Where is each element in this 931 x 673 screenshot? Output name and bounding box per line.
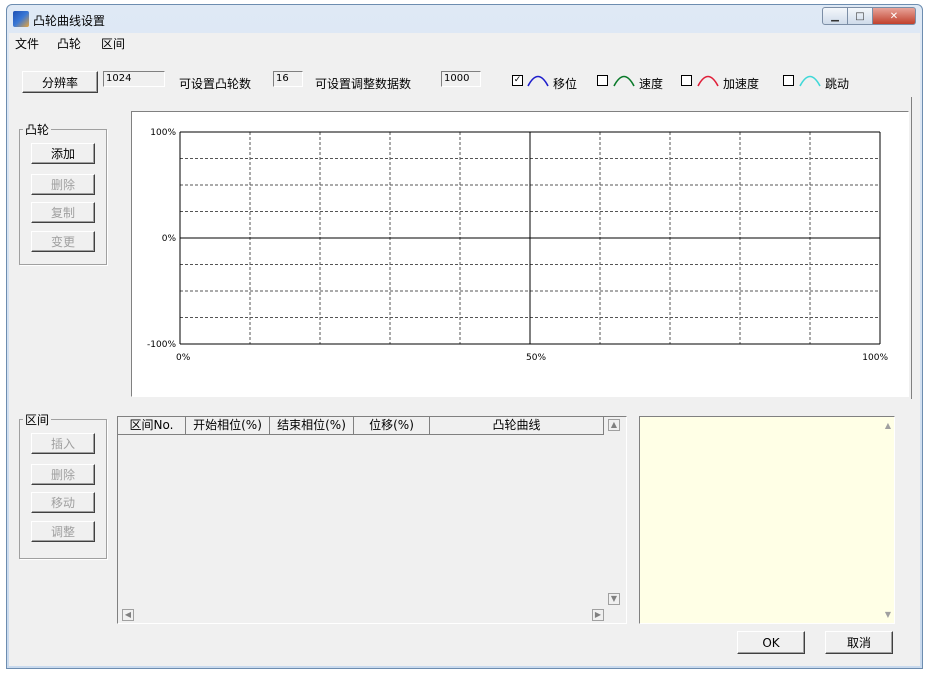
y-tick-label: 0% (162, 234, 177, 244)
maximize-icon: □ (855, 10, 865, 22)
caption-buttons: ▁ □ ✕ (822, 7, 916, 27)
modify-cam-button[interactable]: 变更 (31, 231, 95, 252)
cam-group-title: 凸轮 (23, 121, 52, 138)
cancel-button[interactable]: 取消 (825, 631, 893, 654)
menu-file[interactable]: 文件 (15, 35, 39, 52)
velocity-label: 速度 (639, 77, 664, 91)
scroll-left-arrow[interactable]: ◀ (122, 609, 134, 621)
acceleration-label: 加速度 (723, 77, 760, 91)
cam-chart-frame: 100% 0% -100% 0% 50% 100% (131, 111, 909, 397)
cam-curve-chart[interactable]: 100%0%-100%0% 50% 100% (132, 112, 908, 396)
y-tick-label: 100% (150, 128, 176, 138)
client-area: 文件 凸轮 区间 分辨率 1024 可设置凸轮数 16 可设置调整数据数 100… (9, 33, 920, 666)
x-tick-label: 0% (176, 353, 191, 363)
delete-section-button[interactable]: 删除 (31, 464, 95, 485)
chart-panel-edge (911, 97, 912, 399)
column-header-end-phase[interactable]: 结束相位(%) (270, 417, 354, 435)
panel-scroll-up-icon[interactable]: ▲ (885, 421, 891, 430)
acceleration-curve-icon (697, 75, 719, 87)
displacement-checkbox[interactable]: ✓ (512, 75, 523, 86)
menu-bar: 文件 凸轮 区间 (9, 33, 920, 51)
jerk-label: 跳动 (825, 77, 850, 91)
panel-scroll-down-icon[interactable]: ▼ (885, 610, 891, 619)
velocity-curve-icon (613, 75, 635, 87)
delete-cam-button[interactable]: 删除 (31, 174, 95, 195)
menu-cam[interactable]: 凸轮 (57, 35, 81, 52)
copy-cam-button[interactable]: 复制 (31, 202, 95, 223)
move-section-button[interactable]: 移动 (31, 492, 95, 513)
resolution-field[interactable]: 1024 (103, 71, 165, 87)
ok-button[interactable]: OK (737, 631, 805, 654)
adjust-data-field[interactable]: 1000 (441, 71, 481, 87)
minimize-icon: ▁ (831, 10, 839, 22)
app-icon (13, 11, 29, 27)
menu-section[interactable]: 区间 (101, 35, 125, 52)
close-icon: ✕ (889, 10, 899, 22)
adjust-section-button[interactable]: 调整 (31, 521, 95, 542)
insert-section-button[interactable]: 插入 (31, 433, 95, 454)
settable-cams-field[interactable]: 16 (273, 71, 303, 87)
x-tick-label: 100% (862, 353, 888, 363)
maximize-button[interactable]: □ (847, 7, 873, 25)
column-header-start-phase[interactable]: 开始相位(%) (186, 417, 270, 435)
minimize-button[interactable]: ▁ (822, 7, 848, 25)
scroll-down-arrow[interactable]: ▼ (608, 593, 620, 605)
column-header-displacement[interactable]: 位移(%) (354, 417, 430, 435)
resolution-button[interactable]: 分辨率 (22, 71, 98, 93)
velocity-checkbox[interactable] (597, 75, 608, 86)
acceleration-checkbox[interactable] (681, 75, 692, 86)
add-cam-button[interactable]: 添加 (31, 143, 95, 164)
section-group-title: 区间 (23, 411, 52, 428)
displacement-label: 移位 (553, 77, 578, 91)
scroll-up-arrow[interactable]: ▲ (608, 419, 620, 431)
displacement-curve-icon (527, 75, 549, 87)
settable-cams-label: 可设置凸轮数 (179, 77, 252, 91)
adjust-data-label: 可设置调整数据数 (315, 77, 412, 91)
title-bar[interactable]: 凸轮曲线设置 ▁ □ ✕ (7, 5, 922, 33)
scroll-right-arrow[interactable]: ▶ (592, 609, 604, 621)
jerk-curve-icon (799, 75, 821, 87)
column-header-cam-curve[interactable]: 凸轮曲线 (430, 417, 604, 435)
x-tick-label: 50% (526, 353, 546, 363)
cam-curve-settings-window: 凸轮曲线设置 ▁ □ ✕ 文件 凸轮 区间 分辨率 1024 可设置凸轮数 16… (6, 4, 923, 669)
window-title: 凸轮曲线设置 (33, 14, 106, 28)
column-header-section-no[interactable]: 区间No. (118, 417, 186, 435)
y-tick-label: -100% (147, 340, 176, 350)
section-table[interactable]: 区间No. 开始相位(%) 结束相位(%) 位移(%) 凸轮曲线 ▲ ▼ ◀ ▶ (117, 416, 627, 624)
jerk-checkbox[interactable] (783, 75, 794, 86)
description-panel[interactable]: ▲ ▼ (639, 416, 895, 624)
close-button[interactable]: ✕ (872, 7, 916, 25)
